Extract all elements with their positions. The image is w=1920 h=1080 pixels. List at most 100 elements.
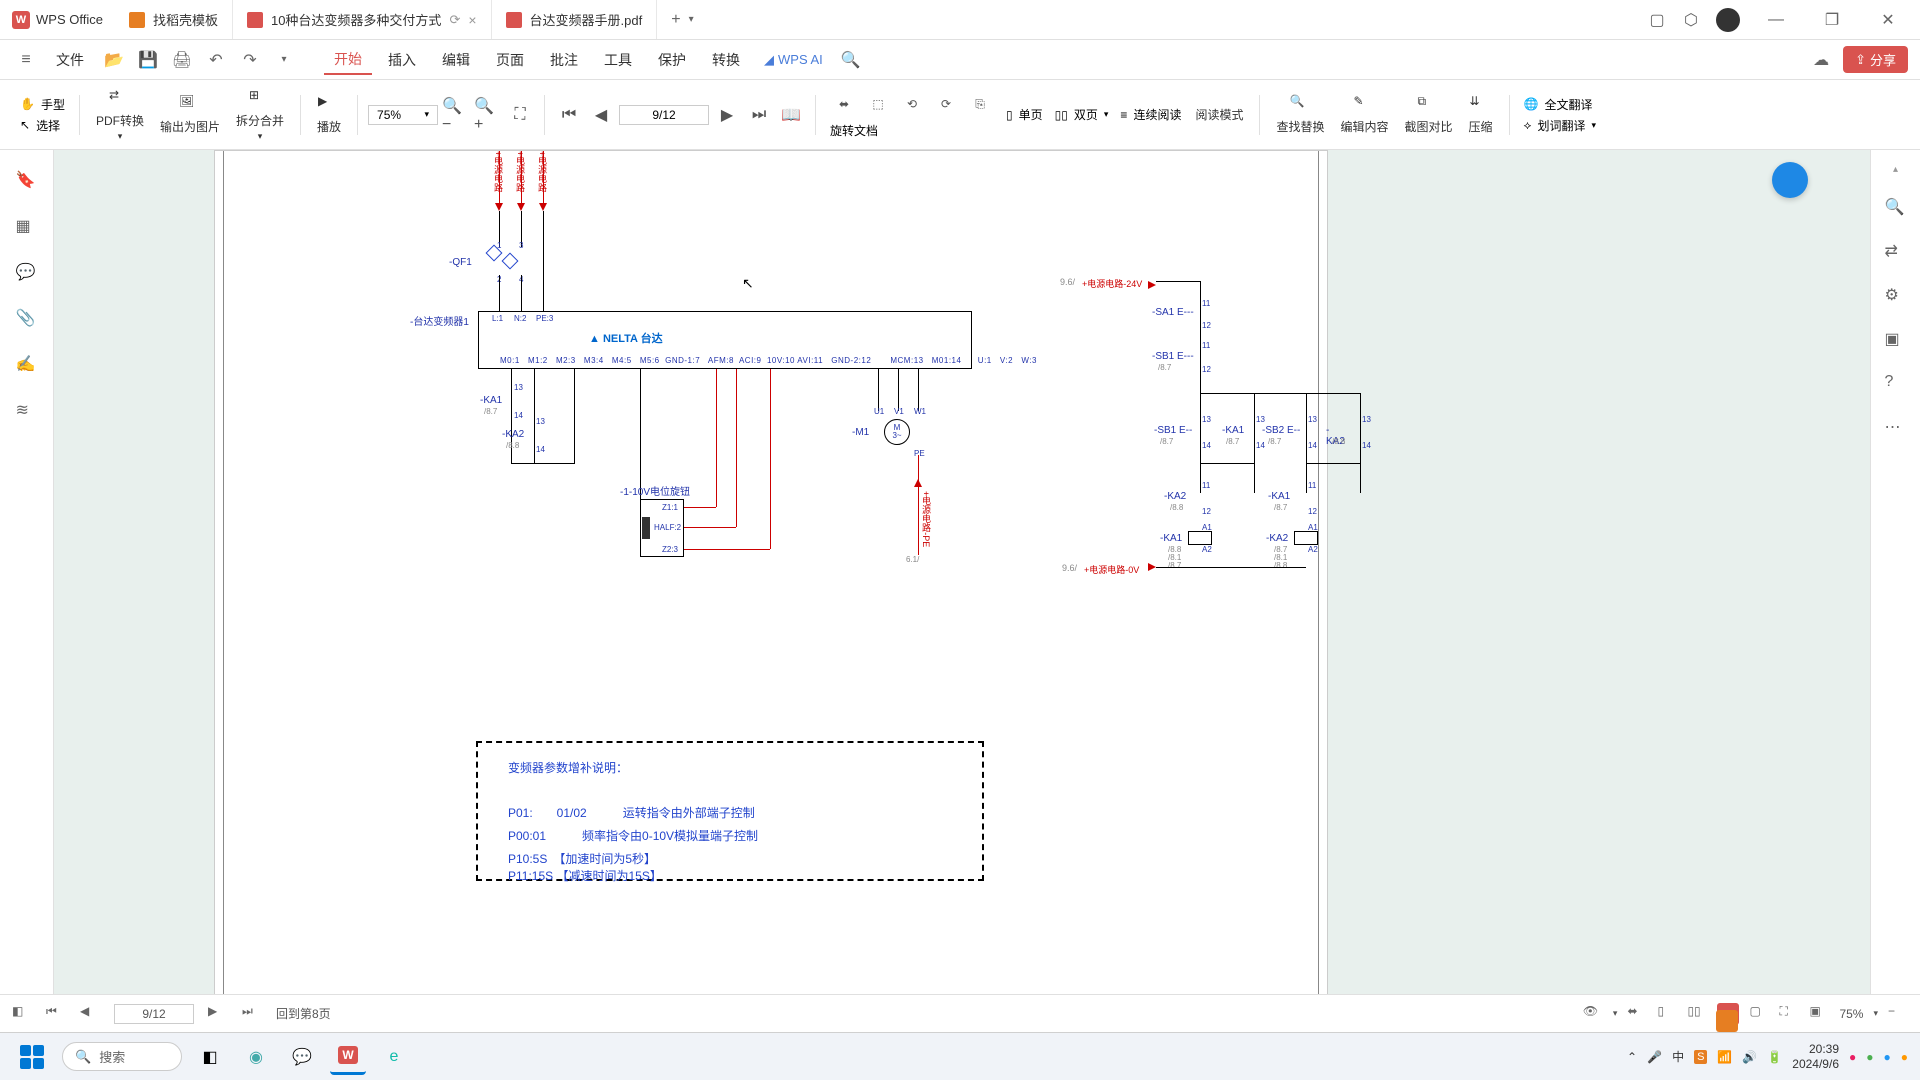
- tray-chevron-icon[interactable]: ⌃: [1627, 1050, 1637, 1064]
- double-view-icon[interactable]: ▯▯: [1687, 1004, 1707, 1024]
- user-avatar[interactable]: [1716, 8, 1740, 32]
- search-icon[interactable]: 🔍: [837, 46, 865, 74]
- new-tab-button[interactable]: + ▾: [657, 0, 707, 39]
- more-icon[interactable]: ⋯: [1885, 417, 1907, 439]
- search-panel-icon[interactable]: 🔍: [1885, 197, 1907, 219]
- first-page-button[interactable]: ⏮: [555, 101, 583, 129]
- prev-page-button[interactable]: ◀: [587, 101, 615, 129]
- eye-icon[interactable]: 👁: [1583, 1004, 1603, 1024]
- tray-app-3-icon[interactable]: ●: [1884, 1050, 1891, 1064]
- rotate-doc-button[interactable]: 旋转文档: [830, 122, 994, 139]
- menu-start[interactable]: 开始: [324, 45, 372, 75]
- play-button[interactable]: ▶播放: [311, 94, 347, 135]
- cube-icon[interactable]: ⬡: [1682, 11, 1700, 29]
- edit-content-button[interactable]: ✎编辑内容: [1334, 94, 1394, 135]
- menu-page[interactable]: 页面: [486, 46, 534, 74]
- translate-panel-icon[interactable]: ⇄: [1885, 241, 1907, 263]
- layout-icon[interactable]: ▢: [1648, 11, 1666, 29]
- menu-convert[interactable]: 转换: [702, 46, 750, 74]
- screenshot-compare-button[interactable]: ⧉截图对比: [1399, 94, 1459, 135]
- status-page-input[interactable]: 9/12: [114, 1004, 194, 1024]
- menu-edit[interactable]: 编辑: [432, 46, 480, 74]
- tray-wifi-icon[interactable]: 📶: [1717, 1050, 1732, 1064]
- fit-icon[interactable]: ⬌: [1627, 1004, 1647, 1024]
- find-replace-button[interactable]: 🔍查找替换: [1270, 94, 1330, 135]
- menu-file[interactable]: 文件: [46, 46, 94, 74]
- settings-panel-icon[interactable]: ⚙: [1885, 285, 1907, 307]
- fit-page-button[interactable]: ⛶: [506, 101, 534, 129]
- page-indicator[interactable]: 9/12: [619, 105, 709, 125]
- task-view-icon[interactable]: ◧: [192, 1039, 228, 1075]
- tab-current-doc[interactable]: 10种台达变频器多种交付方式 ⟳ ×: [233, 0, 492, 39]
- form-panel-icon[interactable]: ▣: [1885, 329, 1907, 351]
- compress-button[interactable]: ⇊压缩: [1463, 94, 1499, 135]
- bookmark-icon[interactable]: 🔖: [16, 170, 38, 192]
- wechat-icon[interactable]: 💬: [284, 1039, 320, 1075]
- back-to-page-link[interactable]: 回到第8页: [276, 1005, 331, 1022]
- double-page-button[interactable]: ▯▯双页▾: [1055, 106, 1109, 123]
- zoom-out-icon[interactable]: −: [1888, 1004, 1908, 1024]
- ai-floating-button[interactable]: [1772, 162, 1808, 198]
- start-button[interactable]: [12, 1037, 52, 1077]
- tray-battery-icon[interactable]: 🔋: [1767, 1050, 1782, 1064]
- select-tool[interactable]: ↖选择: [20, 117, 65, 134]
- tray-volume-icon[interactable]: 🔊: [1742, 1050, 1757, 1064]
- collapse-arrow-icon[interactable]: ▴: [1893, 164, 1898, 175]
- word-translate-button[interactable]: ⟡划词翻译▾: [1524, 117, 1596, 134]
- wps-taskbar-icon[interactable]: W: [330, 1039, 366, 1075]
- cloud-icon[interactable]: ☁: [1807, 46, 1835, 74]
- tray-ime-icon[interactable]: 中: [1672, 1048, 1684, 1065]
- hand-tool[interactable]: ✋手型: [20, 96, 65, 113]
- tray-mic-icon[interactable]: 🎤: [1647, 1050, 1662, 1064]
- view-mode-3-icon[interactable]: ▣: [1809, 1004, 1829, 1024]
- layers-icon[interactable]: ≋: [16, 400, 38, 422]
- first-page-icon[interactable]: ⏮: [46, 1004, 66, 1024]
- menu-annotate[interactable]: 批注: [540, 46, 588, 74]
- thumbnails-icon[interactable]: ▦: [16, 216, 38, 238]
- continuous-button[interactable]: ≡连续阅读: [1120, 106, 1181, 123]
- zoom-select[interactable]: 75%▾: [368, 105, 438, 125]
- crop-icon[interactable]: ⬚: [864, 90, 892, 118]
- book-view-button[interactable]: 📖: [777, 101, 805, 129]
- split-merge-button[interactable]: ⊞拆分合并▾: [230, 88, 290, 142]
- print-icon[interactable]: 🖨: [168, 46, 196, 74]
- rotate-right-icon[interactable]: ⟳: [932, 90, 960, 118]
- tray-sogou-icon[interactable]: S: [1694, 1050, 1707, 1064]
- tab-templates[interactable]: 找稻壳模板: [115, 0, 233, 39]
- tab-manual[interactable]: 台达变频器手册.pdf: [492, 0, 658, 39]
- prev-icon[interactable]: ◀: [80, 1004, 100, 1024]
- tray-app-2-icon[interactable]: ●: [1866, 1050, 1873, 1064]
- comment-icon[interactable]: 💬: [16, 262, 38, 284]
- browser-icon[interactable]: е: [376, 1039, 412, 1075]
- save-icon[interactable]: 💾: [134, 46, 162, 74]
- zoom-out-button[interactable]: 🔍−: [442, 101, 470, 129]
- next-page-button[interactable]: ▶: [713, 101, 741, 129]
- next-icon[interactable]: ▶: [208, 1004, 228, 1024]
- maximize-button[interactable]: ❐: [1812, 5, 1852, 35]
- close-tab-icon[interactable]: ×: [468, 12, 476, 28]
- menu-protect[interactable]: 保护: [648, 46, 696, 74]
- open-icon[interactable]: 📂: [100, 46, 128, 74]
- sidebar-toggle-icon[interactable]: ◧: [12, 1004, 32, 1024]
- full-translate-button[interactable]: 🌐全文翻译: [1524, 96, 1596, 113]
- redo-icon[interactable]: ↷: [236, 46, 264, 74]
- close-window-button[interactable]: ✕: [1868, 5, 1908, 35]
- fit-width-icon[interactable]: ⬌: [830, 90, 858, 118]
- signature-icon[interactable]: ✍: [16, 354, 38, 376]
- menu-insert[interactable]: 插入: [378, 46, 426, 74]
- rotate-left-icon[interactable]: ⟲: [898, 90, 926, 118]
- view-mode-1-icon[interactable]: ▢: [1749, 1004, 1769, 1024]
- copy-icon[interactable]: ⎘: [966, 90, 994, 118]
- help-icon[interactable]: ?: [1885, 373, 1907, 395]
- hamburger-icon[interactable]: ≡: [12, 46, 40, 74]
- menu-tools[interactable]: 工具: [594, 46, 642, 74]
- tray-clock[interactable]: 20:39 2024/9/6: [1792, 1042, 1839, 1071]
- view-mode-2-icon[interactable]: ⛶: [1779, 1004, 1799, 1024]
- undo-icon[interactable]: ↶: [202, 46, 230, 74]
- export-image-button[interactable]: 🖼输出为图片: [154, 94, 226, 135]
- last-page-button[interactable]: ⏭: [745, 101, 773, 129]
- chevron-down-icon[interactable]: ▾: [270, 46, 298, 74]
- tray-app-4-icon[interactable]: ●: [1901, 1050, 1908, 1064]
- taskbar-search[interactable]: 🔍 搜索: [62, 1042, 182, 1071]
- status-zoom[interactable]: 75%: [1839, 1007, 1863, 1021]
